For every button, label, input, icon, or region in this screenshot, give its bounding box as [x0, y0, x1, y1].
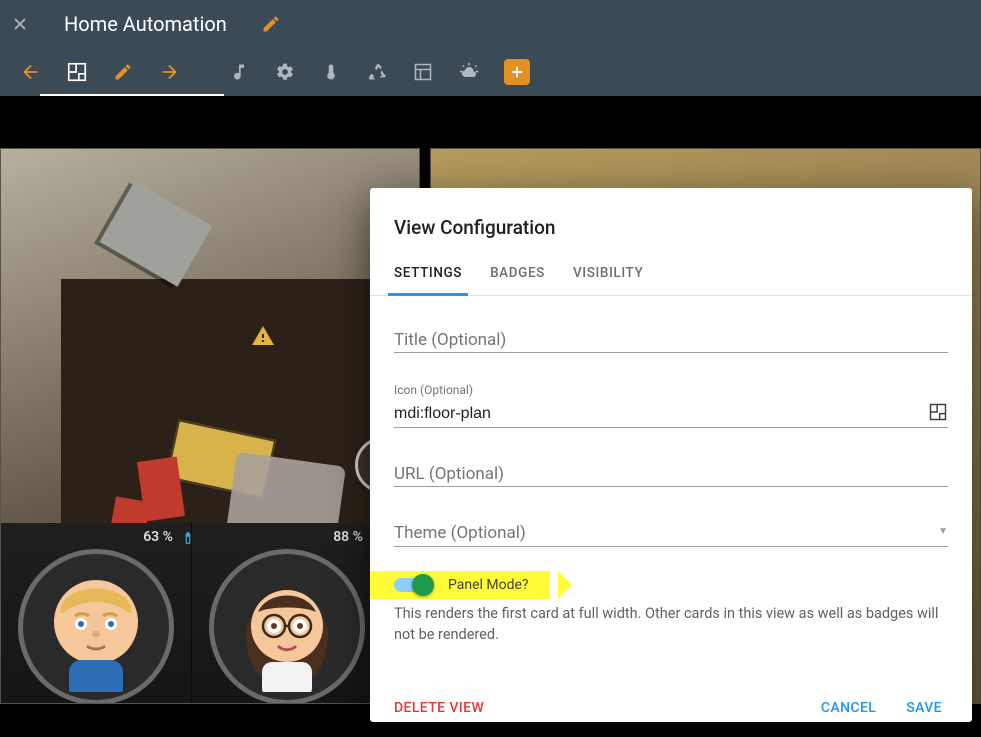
nav-back-icon[interactable]	[8, 48, 54, 96]
tab-climate-icon[interactable]	[308, 48, 354, 96]
battery-percent: 63 %	[143, 529, 173, 545]
icon-input[interactable]	[394, 399, 948, 428]
chevron-down-icon: ▼	[938, 526, 948, 537]
view-toolbar	[0, 48, 981, 96]
annotation-highlight	[558, 571, 572, 599]
panel-mode-toggle[interactable]	[394, 578, 430, 592]
edit-title-icon[interactable]	[259, 12, 283, 36]
person-cell[interactable]: 88 %	[191, 523, 381, 703]
tab-music-icon[interactable]	[216, 48, 262, 96]
panel-mode-label: Panel Mode?	[448, 577, 529, 593]
page-title: Home Automation	[64, 12, 227, 36]
panel-mode-row: Panel Mode?	[394, 577, 948, 593]
floorplan-card[interactable]: 63 %	[0, 148, 420, 704]
presence-bar: 63 %	[1, 523, 419, 703]
close-icon[interactable]	[8, 12, 32, 36]
add-view-button[interactable]	[504, 59, 530, 85]
field-icon: Icon (Optional)	[394, 383, 948, 428]
tab-settings-icon[interactable]	[262, 48, 308, 96]
dialog-tabs: SETTINGS BADGES VISIBILITY	[370, 251, 972, 296]
person-cell[interactable]: 63 %	[1, 523, 191, 703]
field-url: URL (Optional)	[394, 458, 948, 487]
tab-edit-icon[interactable]	[100, 48, 146, 96]
view-config-dialog: View Configuration SETTINGS BADGES VISIB…	[370, 188, 972, 722]
panel-mode-description: This renders the first card at full widt…	[394, 603, 948, 645]
field-title: Title (Optional)	[394, 324, 948, 353]
dialog-title: View Configuration	[370, 188, 972, 251]
dialog-footer: DELETE VIEW CANCEL SAVE	[370, 680, 972, 722]
theme-select[interactable]	[394, 517, 948, 547]
title-input[interactable]	[394, 324, 948, 353]
save-button[interactable]: SAVE	[896, 694, 952, 722]
url-input[interactable]	[394, 458, 948, 487]
tab-settings[interactable]: SETTINGS	[394, 251, 462, 295]
cancel-button[interactable]: CANCEL	[811, 694, 886, 722]
field-label: Icon (Optional)	[394, 383, 948, 397]
floor-plan-icon	[928, 402, 948, 422]
app-header: Home Automation	[0, 0, 981, 48]
tab-visibility[interactable]: VISIBILITY	[573, 251, 643, 295]
tab-badges[interactable]: BADGES	[490, 251, 545, 295]
tab-energy-icon[interactable]	[354, 48, 400, 96]
warning-icon	[251, 324, 275, 348]
avatar	[209, 549, 365, 704]
avatar	[18, 549, 174, 704]
nav-forward-icon[interactable]	[146, 48, 192, 96]
tab-floorplan-icon[interactable]	[54, 48, 100, 96]
tab-weather-icon[interactable]	[446, 48, 492, 96]
tab-dashboard-icon[interactable]	[400, 48, 446, 96]
delete-view-button[interactable]: DELETE VIEW	[394, 700, 484, 716]
field-theme: Theme (Optional) ▼	[394, 517, 948, 547]
battery-percent: 88 %	[333, 529, 363, 545]
